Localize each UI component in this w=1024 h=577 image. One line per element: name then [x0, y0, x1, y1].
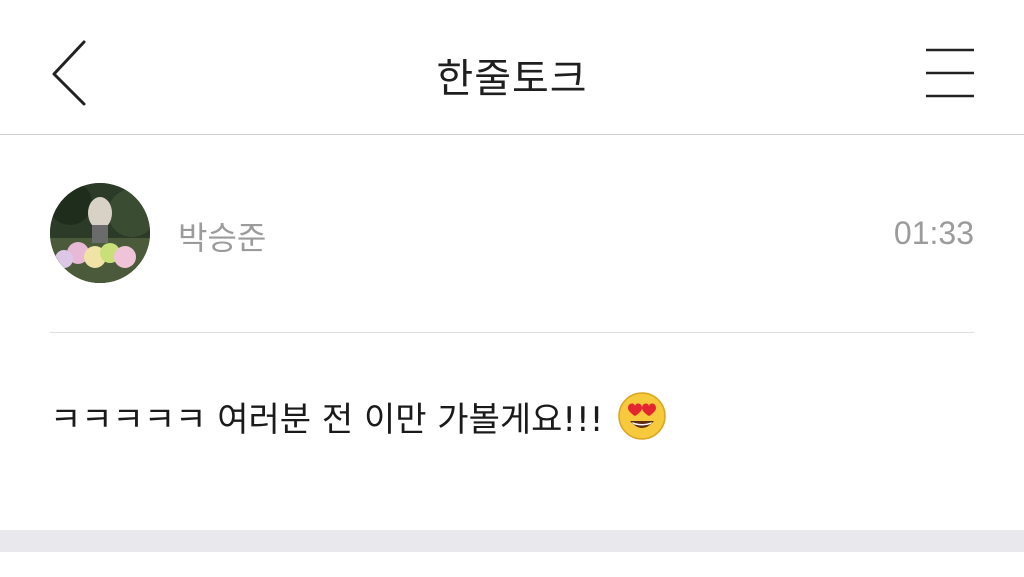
page-title: 한줄토크 [436, 56, 588, 102]
heart-eyes-emoji-icon [617, 391, 667, 441]
divider [50, 332, 974, 333]
menu-button[interactable] [918, 40, 982, 104]
post-author-row: 박승준 01:33 [0, 135, 1024, 333]
message-text: ㅋㅋㅋㅋㅋ 여러분 전 이만 가볼게요!!! [50, 399, 604, 440]
section-separator-bar [0, 530, 1024, 552]
author-name[interactable]: 박승준 [178, 213, 266, 259]
message-body: ㅋㅋㅋㅋㅋ 여러분 전 이만 가볼게요!!! [50, 388, 667, 444]
top-navigation-bar: 한줄토크 [0, 0, 1024, 135]
avatar-image [50, 183, 150, 283]
post-timestamp: 01:33 [893, 215, 974, 251]
avatar[interactable] [50, 183, 150, 283]
hamburger-menu-icon [926, 48, 974, 98]
